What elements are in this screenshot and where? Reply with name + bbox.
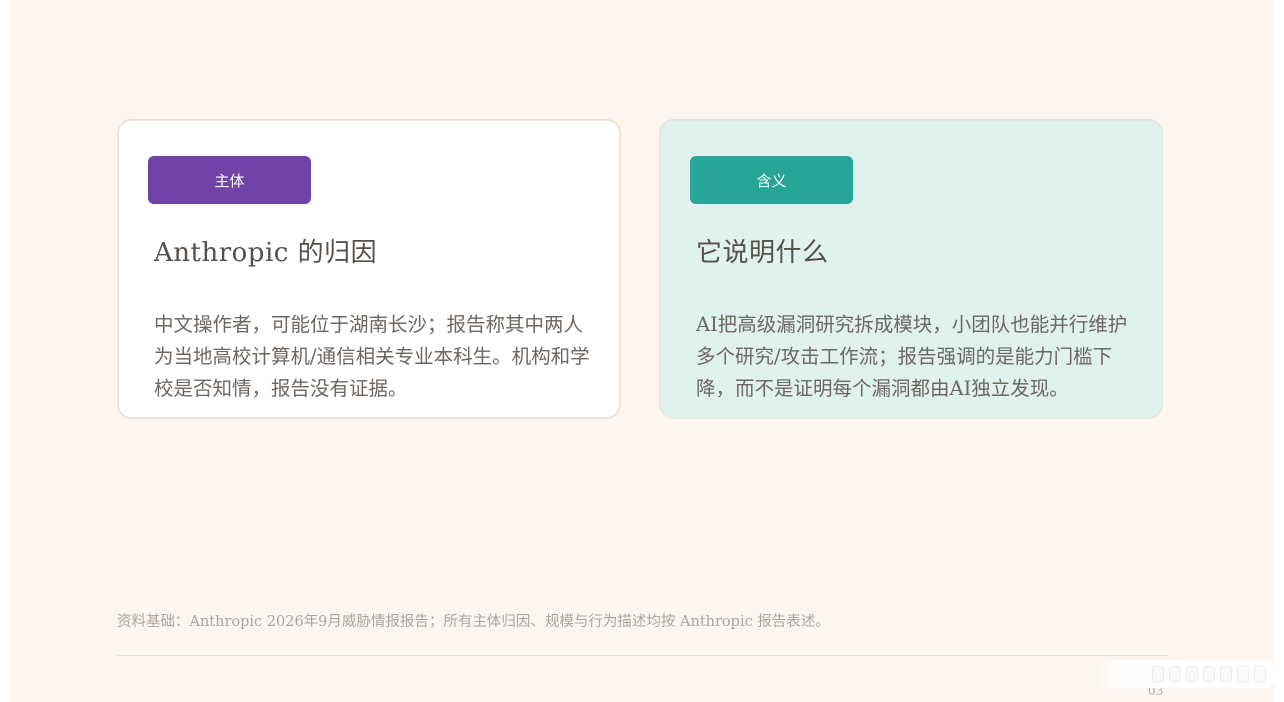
thumbnail-icon[interactable] [1254,666,1266,682]
slide-page: 主体 Anthropic 的归因 中文操作者，可能位于湖南长沙；报告称其中两人为… [10,0,1274,702]
slide-thumbnail-strip[interactable] [1098,660,1274,688]
implication-card: 含义 它说明什么 AI把高级漏洞研究拆成模块，小团队也能并行维护多个研究/攻击工… [659,119,1163,419]
thumbnail-icon[interactable] [1220,666,1232,682]
thumbnail-icon[interactable] [1169,666,1181,682]
meaning-tag: 含义 [690,156,853,204]
implication-body: AI把高级漏洞研究拆成模块，小团队也能并行维护多个研究/攻击工作流；报告强调的是… [696,313,1128,400]
attribution-card: 主体 Anthropic 的归因 中文操作者，可能位于湖南长沙；报告称其中两人为… [117,119,621,419]
attribution-title: Anthropic 的归因 [154,238,378,268]
subject-tag: 主体 [148,156,311,204]
thumbnail-icon[interactable] [1152,666,1164,682]
implication-title: 它说明什么 [696,238,829,268]
thumbnail-icon[interactable] [1203,666,1215,682]
thumbnail-icon[interactable] [1186,666,1198,682]
footer-divider [117,655,1167,656]
source-note: 资料基础：Anthropic 2026年9月威胁情报报告；所有主体归因、规模与行… [117,614,830,630]
thumbnail-icon[interactable] [1237,666,1249,682]
attribution-body: 中文操作者，可能位于湖南长沙；报告称其中两人为当地高校计算机/通信相关专业本科生… [154,313,590,400]
